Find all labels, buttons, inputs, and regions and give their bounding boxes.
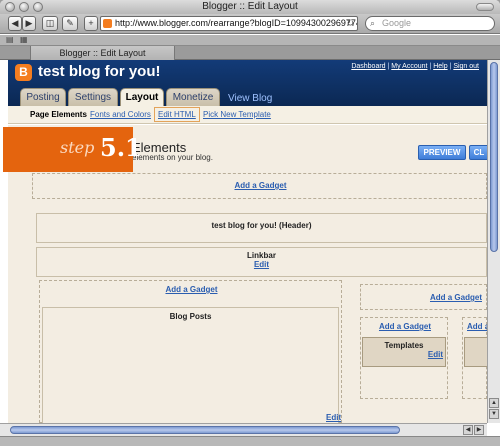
step-number: 5.1: [100, 133, 142, 162]
subnav-edit-html[interactable]: Edit HTML: [154, 107, 200, 122]
browser-toolbar: ◀ ▶ ◫ ✎ + http://www.blogger.com/rearran…: [0, 14, 500, 34]
sign-out-link[interactable]: Sign out: [453, 63, 479, 70]
horizontal-scrollbar[interactable]: ◀ ▶: [0, 423, 487, 436]
back-button[interactable]: ◀: [8, 16, 22, 31]
tab-posting[interactable]: Posting: [20, 88, 66, 106]
add-gadget-main-link[interactable]: Add a Gadget: [165, 285, 217, 294]
title-bar: Blogger :: Edit Layout: [0, 0, 500, 14]
scroll-up-arrow-icon[interactable]: ▲: [489, 398, 499, 408]
toolbar-toggle-button[interactable]: [476, 3, 494, 11]
browser-window: Blogger :: Edit Layout ◀ ▶ ◫ ✎ + http://…: [0, 0, 500, 446]
add-gadget-header-link[interactable]: Add a Gadget: [234, 181, 286, 190]
header-zone: Add a Gadget: [32, 173, 487, 199]
edit-icon[interactable]: ✎: [62, 16, 78, 31]
add-gadget-sidebar-right-link[interactable]: Add a Gadget: [467, 322, 487, 331]
tab-layout[interactable]: Layout: [120, 88, 164, 107]
scroll-down-arrow-icon[interactable]: ▼: [489, 409, 499, 419]
blog-posts-edit-link[interactable]: Edit: [326, 413, 341, 422]
linkbar-widget[interactable]: Linkbar Edit: [36, 247, 487, 277]
search-placeholder: Google: [382, 18, 412, 28]
step-badge: step 5.1: [3, 127, 142, 172]
linkbar-edit-link[interactable]: Edit: [254, 260, 269, 269]
browser-tab-bar: Blogger :: Edit Layout: [0, 46, 500, 60]
browser-tab-edit-layout[interactable]: Blogger :: Edit Layout: [30, 46, 175, 60]
blogger-favicon-icon: [103, 19, 112, 28]
window-title: Blogger :: Edit Layout: [202, 1, 298, 12]
view-blog-link[interactable]: View Blog: [228, 93, 272, 104]
close-window-icon[interactable]: [5, 2, 15, 12]
scroll-right-arrow-icon[interactable]: ▶: [474, 425, 484, 435]
web-page: B test blog for you! Dashboard | My Acco…: [0, 60, 487, 423]
linkbar-title: Linkbar: [247, 251, 276, 260]
subnav-pick-new-template[interactable]: Pick New Template: [203, 110, 271, 119]
my-account-link[interactable]: My Account: [391, 63, 427, 70]
reload-icon[interactable]: ↻: [346, 17, 354, 30]
bookmarks-book-icon[interactable]: ▤: [6, 35, 14, 44]
status-bar: [0, 436, 500, 446]
reader-icon[interactable]: ◫: [42, 16, 58, 31]
preview-button[interactable]: PREVIEW: [418, 145, 466, 160]
clear-edits-button[interactable]: CL: [469, 145, 487, 160]
top-sites-icon[interactable]: ▦: [20, 35, 28, 44]
search-input[interactable]: ⌕ Google: [365, 16, 495, 31]
sidebar-top-zone: Add a Gadget: [360, 284, 487, 310]
tab-monetize[interactable]: Monetize: [166, 88, 220, 106]
blog-posts-title: Blog Posts: [169, 312, 212, 321]
blogger-logo-icon: B: [15, 64, 32, 81]
dashboard-link[interactable]: Dashboard: [351, 63, 385, 70]
templates-edit-link[interactable]: Edit: [428, 350, 443, 359]
bookmarks-bar: ▤ ▦: [0, 35, 500, 46]
step-word: step: [60, 138, 95, 157]
forward-button[interactable]: ▶: [22, 16, 36, 31]
browser-tab-label: Blogger :: Edit Layout: [59, 48, 146, 58]
subnav-fonts-and-colors[interactable]: Fonts and Colors: [90, 110, 151, 119]
blog-posts-widget[interactable]: Blog Posts Edit: [42, 307, 341, 423]
add-gadget-sidebar-link[interactable]: Add a Gadget: [430, 293, 482, 302]
address-bar[interactable]: http://www.blogger.com/rearrange?blogID=…: [100, 16, 358, 31]
account-links: Dashboard | My Account | Help | Sign out: [351, 63, 479, 70]
main-column-zone: Add a Gadget Blog Posts Edit: [39, 280, 342, 423]
layout-subnav: Page Elements Fonts and Colors Edit HTML…: [8, 106, 487, 124]
horizontal-scroll-thumb[interactable]: [10, 426, 400, 434]
blog-title: test blog for you!: [38, 63, 161, 80]
url-text: http://www.blogger.com/rearrange?blogID=…: [115, 18, 358, 28]
page-subheading: elements on your blog.: [132, 153, 213, 162]
header-widget[interactable]: test blog for you! (Header): [36, 213, 487, 243]
blogger-header: B test blog for you! Dashboard | My Acco…: [8, 60, 487, 107]
sidebar-left-zone: Add a Gadget Templates Edit: [360, 317, 448, 399]
sidebar-right-widget[interactable]: [464, 337, 487, 367]
search-icon: ⌕: [370, 18, 376, 28]
scroll-left-arrow-icon[interactable]: ◀: [463, 425, 473, 435]
subnav-page-elements[interactable]: Page Elements: [30, 110, 87, 119]
add-gadget-sidebar-left-link[interactable]: Add a Gadget: [379, 322, 431, 331]
templates-title: Templates: [384, 341, 424, 350]
help-link[interactable]: Help: [433, 63, 447, 70]
vertical-scroll-thumb[interactable]: [490, 62, 498, 252]
minimize-window-icon[interactable]: [19, 2, 29, 12]
zoom-window-icon[interactable]: [33, 2, 43, 12]
header-widget-title: test blog for you! (Header): [211, 221, 312, 230]
add-bookmark-button[interactable]: +: [84, 16, 98, 31]
templates-widget[interactable]: Templates Edit: [362, 337, 446, 367]
tab-settings[interactable]: Settings: [68, 88, 118, 106]
sidebar-right-zone: Add a Gadget: [462, 317, 487, 399]
vertical-scrollbar[interactable]: ▲ ▼: [487, 60, 500, 423]
